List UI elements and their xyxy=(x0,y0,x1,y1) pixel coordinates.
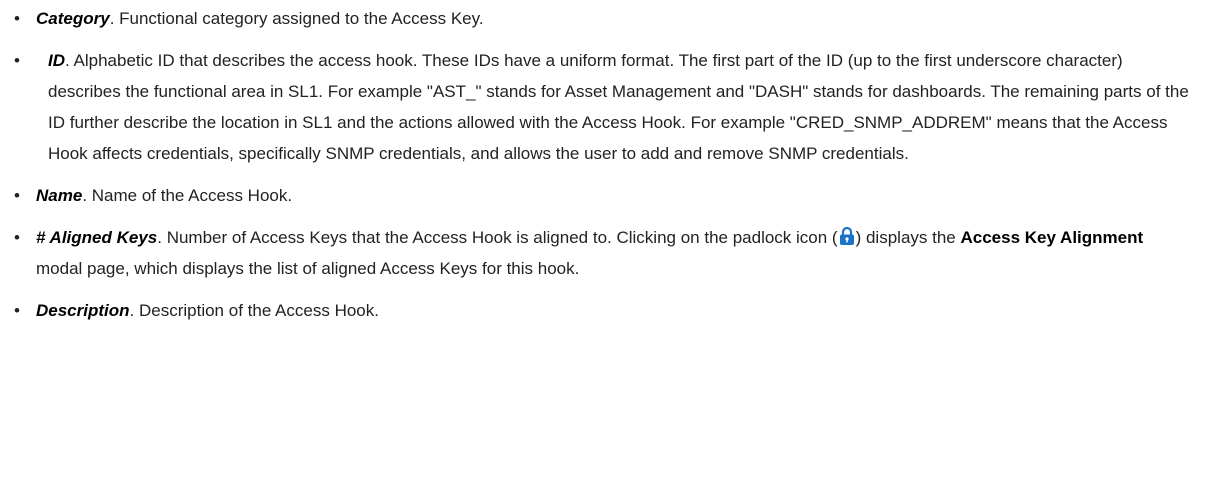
bullet: • xyxy=(14,228,20,247)
list-item-id: • ID. Alphabetic ID that describes the a… xyxy=(6,45,1191,169)
definition-category: . Functional category assigned to the Ac… xyxy=(109,9,484,28)
list-item-name: • Name. Name of the Access Hook. xyxy=(6,180,1191,211)
document-page: • Category. Functional category assigned… xyxy=(0,0,1209,481)
list-item-description: • Description. Description of the Access… xyxy=(6,295,1191,326)
term-category: Category xyxy=(36,9,110,28)
term-aligned-keys: # Aligned Keys xyxy=(36,228,158,247)
definition-id: . Alphabetic ID that describes the acces… xyxy=(48,51,1189,163)
bullet: • xyxy=(14,186,20,205)
definition-aligned-keys-part1: . Number of Access Keys that the Access … xyxy=(157,228,838,247)
definition-description: . Description of the Access Hook. xyxy=(129,301,379,320)
definition-aligned-keys-part3: modal page, which displays the list of a… xyxy=(36,259,580,278)
bullet: • xyxy=(14,51,20,70)
definition-list: • Category. Functional category assigned… xyxy=(6,3,1191,326)
access-key-alignment-label: Access Key Alignment xyxy=(960,228,1144,247)
list-item-category: • Category. Functional category assigned… xyxy=(6,3,1191,34)
padlock-icon xyxy=(838,225,856,245)
bullet: • xyxy=(14,9,20,28)
list-item-aligned-keys: • # Aligned Keys. Number of Access Keys … xyxy=(6,222,1191,284)
definition-aligned-keys-part2: ) displays the xyxy=(855,228,961,247)
term-description: Description xyxy=(36,301,130,320)
bullet: • xyxy=(14,301,20,320)
definition-name: . Name of the Access Hook. xyxy=(82,186,293,205)
term-name: Name xyxy=(36,186,83,205)
term-id: ID xyxy=(48,51,65,70)
